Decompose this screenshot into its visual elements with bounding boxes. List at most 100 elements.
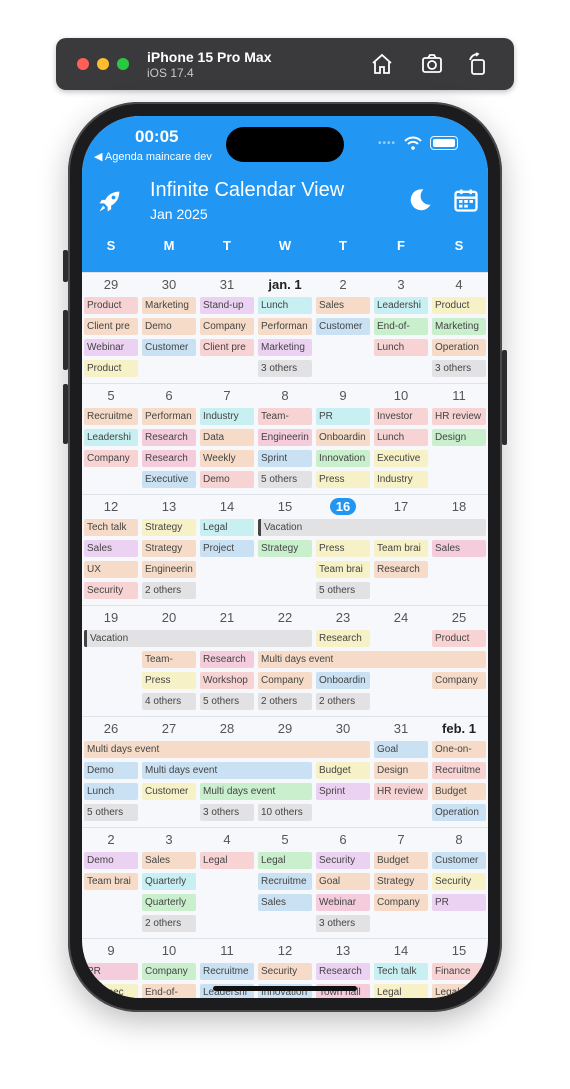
event-chip[interactable]: Engineerin	[142, 561, 196, 578]
event-chip[interactable]: Leadershi	[84, 429, 138, 446]
day-number[interactable]: 17	[372, 499, 430, 514]
event-chip[interactable]: Onboardin	[316, 429, 370, 446]
day-number[interactable]: 3	[140, 832, 198, 847]
event-chip[interactable]: Quarterly	[142, 873, 196, 890]
day-number[interactable]: 14	[372, 943, 430, 958]
day-number[interactable]: 7	[372, 832, 430, 847]
back-to-app-link[interactable]: ◀ Agenda maincare dev	[94, 150, 212, 163]
event-chip[interactable]: Strategy	[142, 519, 196, 536]
minimize-window-button[interactable]	[97, 58, 109, 70]
day-number[interactable]: 5	[256, 832, 314, 847]
event-chip[interactable]: Research	[142, 429, 196, 446]
event-chip[interactable]: Legal	[432, 984, 486, 998]
event-chip[interactable]: Multi days event	[258, 651, 486, 668]
day-number[interactable]: 29	[256, 721, 314, 736]
day-number[interactable]: 30	[140, 277, 198, 292]
day-number[interactable]: 12	[256, 943, 314, 958]
event-chip[interactable]: Sales	[142, 852, 196, 869]
day-number[interactable]: 12	[82, 499, 140, 514]
day-number[interactable]: 2	[314, 277, 372, 292]
event-chip[interactable]: Marketing	[432, 318, 486, 335]
event-chip[interactable]: Product	[84, 360, 138, 377]
rotate-icon[interactable]	[466, 52, 490, 76]
event-chip[interactable]: Sales	[258, 894, 312, 911]
event-chip[interactable]: Budget	[316, 762, 370, 779]
event-chip[interactable]: Lunch	[84, 783, 138, 800]
day-number[interactable]: 20	[140, 610, 198, 625]
more-events-chip[interactable]: 5 others	[316, 582, 370, 599]
event-chip[interactable]: Security	[258, 963, 312, 980]
more-events-chip[interactable]: 5 others	[84, 804, 138, 821]
event-chip[interactable]: Operation	[432, 804, 486, 821]
event-chip[interactable]: Goal	[374, 741, 428, 758]
event-chip[interactable]: Strategy	[142, 540, 196, 557]
event-chip[interactable]: Security	[84, 582, 138, 599]
event-chip[interactable]: Team brai	[374, 540, 428, 557]
event-chip[interactable]: End-of-	[142, 984, 196, 998]
event-chip[interactable]: Legal	[200, 519, 254, 536]
screenshot-icon[interactable]	[420, 52, 444, 76]
day-number[interactable]: 25	[430, 610, 488, 625]
more-events-chip[interactable]: 3 others	[432, 360, 486, 377]
event-chip[interactable]: Budget	[374, 852, 428, 869]
event-chip[interactable]: Tech talk	[374, 963, 428, 980]
event-chip[interactable]: Onboardin	[316, 672, 370, 689]
event-chip[interactable]: Executive	[142, 471, 196, 488]
day-number[interactable]: 15	[430, 943, 488, 958]
day-number[interactable]: 10	[140, 943, 198, 958]
day-number[interactable]: 8	[430, 832, 488, 847]
event-chip[interactable]: PR	[84, 963, 138, 980]
event-chip[interactable]: Customer	[316, 318, 370, 335]
day-number[interactable]: 2	[82, 832, 140, 847]
event-chip[interactable]: Goal	[316, 873, 370, 890]
event-chip[interactable]: Project	[200, 540, 254, 557]
event-chip[interactable]: Demo	[200, 471, 254, 488]
day-number[interactable]: 31	[372, 721, 430, 736]
moon-icon[interactable]	[406, 186, 434, 214]
event-chip[interactable]: Webinar	[316, 894, 370, 911]
event-chip[interactable]: Vacation	[258, 519, 486, 536]
event-chip[interactable]: One-on-	[432, 741, 486, 758]
event-chip[interactable]: Security	[316, 852, 370, 869]
event-chip[interactable]: Engineerin	[258, 429, 312, 446]
event-chip[interactable]: Finance	[432, 963, 486, 980]
more-events-chip[interactable]: 2 others	[142, 915, 196, 932]
event-chip[interactable]: Quarterly	[142, 894, 196, 911]
day-number[interactable]: 6	[140, 388, 198, 403]
event-chip[interactable]: Sales	[316, 297, 370, 314]
event-chip[interactable]: PR	[432, 894, 486, 911]
event-chip[interactable]: Webinar	[84, 339, 138, 356]
event-chip[interactable]: Customer	[432, 852, 486, 869]
day-number[interactable]: 23	[314, 610, 372, 625]
day-number[interactable]: 22	[256, 610, 314, 625]
day-number[interactable]: 11	[198, 943, 256, 958]
day-number[interactable]: 10	[372, 388, 430, 403]
event-chip[interactable]: Product	[432, 297, 486, 314]
more-events-chip[interactable]: 2 others	[142, 582, 196, 599]
day-number[interactable]: 19	[82, 610, 140, 625]
event-chip[interactable]: Legal	[258, 852, 312, 869]
event-chip[interactable]: Research	[316, 630, 370, 647]
event-chip[interactable]: Research	[316, 963, 370, 980]
day-number[interactable]: 26	[82, 721, 140, 736]
event-chip[interactable]: Research	[374, 561, 428, 578]
day-number[interactable]: 5	[82, 388, 140, 403]
event-chip[interactable]: End-of-	[374, 318, 428, 335]
day-number[interactable]: 9	[314, 388, 372, 403]
close-window-button[interactable]	[77, 58, 89, 70]
event-chip[interactable]: Prospec	[84, 984, 138, 998]
event-chip[interactable]: Recruitme	[84, 408, 138, 425]
day-number[interactable]: 7	[198, 388, 256, 403]
day-number[interactable]: 28	[198, 721, 256, 736]
event-chip[interactable]: Design	[374, 762, 428, 779]
day-number[interactable]: 4	[430, 277, 488, 292]
more-events-chip[interactable]: 10 others	[258, 804, 312, 821]
more-events-chip[interactable]: 3 others	[316, 915, 370, 932]
event-chip[interactable]: Leadershi	[374, 297, 428, 314]
event-chip[interactable]: HR review	[374, 783, 428, 800]
more-events-chip[interactable]: 5 others	[258, 471, 312, 488]
event-chip[interactable]: Security	[432, 873, 486, 890]
event-chip[interactable]: Recruitme	[432, 762, 486, 779]
event-chip[interactable]: Recruitme	[258, 873, 312, 890]
rocket-icon[interactable]	[96, 187, 124, 215]
